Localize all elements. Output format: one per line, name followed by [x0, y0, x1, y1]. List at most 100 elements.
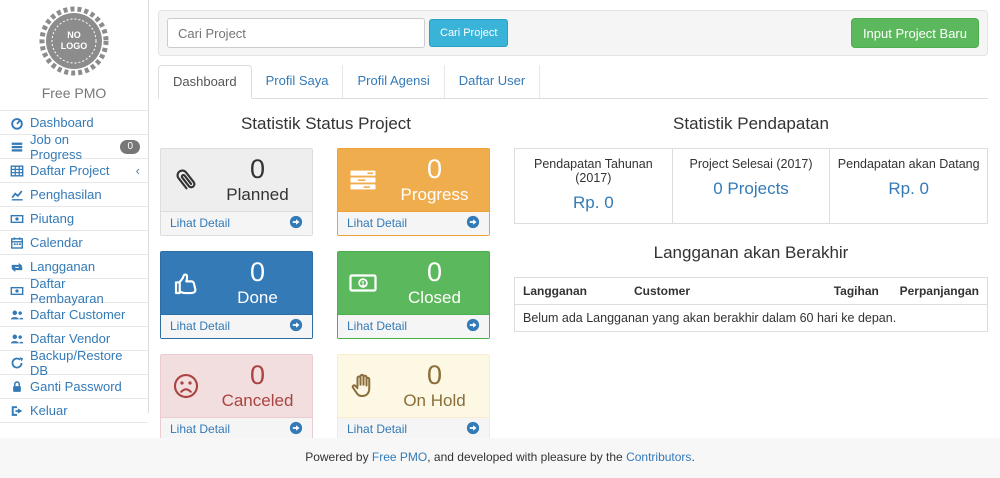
hand-stop-icon — [348, 370, 388, 402]
closed-lihat-detail[interactable]: Lihat Detail — [338, 314, 489, 338]
search-button[interactable]: Cari Project — [429, 19, 508, 47]
subscription-section-title: Langganan akan Berakhir — [514, 243, 988, 263]
done-lihat-detail[interactable]: Lihat Detail — [161, 314, 312, 338]
status-card-planned: 0 Planned Lihat Detail — [160, 148, 313, 236]
users-icon — [10, 332, 24, 346]
closed-count: 0 — [388, 258, 481, 288]
canceled-count: 0 — [211, 361, 304, 391]
job-count-badge: 0 — [120, 140, 140, 154]
col-langganan: Langganan — [515, 277, 626, 304]
paperclip-icon — [171, 164, 211, 196]
onhold-count: 0 — [388, 361, 481, 391]
stat-pendapatan-tahunan: Pendapatan Tahunan (2017) Rp. 0 — [515, 149, 673, 223]
retweet-icon — [10, 260, 24, 274]
canceled-lihat-detail[interactable]: Lihat Detail — [161, 417, 312, 441]
money-icon — [10, 284, 24, 298]
col-customer: Customer — [626, 277, 826, 304]
sidebar-item-label: Daftar Vendor — [30, 331, 110, 346]
sign-out-icon — [10, 404, 24, 418]
footer-text: Powered by Free PMO, and developed with … — [305, 450, 695, 464]
status-section-title: Statistik Status Project — [160, 114, 492, 134]
status-card-closed: 1 0 Closed Lihat Detail — [337, 251, 490, 339]
planned-lihat-detail[interactable]: Lihat Detail — [161, 211, 312, 235]
svg-text:LOGO: LOGO — [61, 41, 88, 51]
canceled-label: Canceled — [211, 391, 304, 411]
tab-dashboard[interactable]: Dashboard — [158, 65, 252, 99]
sidebar-item-keluar[interactable]: Keluar — [0, 399, 148, 423]
sidebar-item-daftar-pembayaran[interactable]: Daftar Pembayaran — [0, 279, 148, 303]
status-section: Statistik Status Project 0 Planned — [160, 99, 492, 442]
contributors-link[interactable]: Contributors — [626, 450, 691, 464]
col-tagihan: Tagihan — [826, 277, 892, 304]
free-pmo-dashboard: NO LOGO Free PMO Dashboard Job on Progre… — [0, 0, 1000, 478]
status-card-done: 0 Done Lihat Detail — [160, 251, 313, 339]
tab-profil-saya[interactable]: Profil Saya — [252, 65, 344, 98]
search-input[interactable] — [167, 18, 425, 48]
lock-icon — [10, 380, 24, 394]
done-count: 0 — [211, 258, 304, 288]
sidebar-item-backup-restore[interactable]: Backup/Restore DB — [0, 351, 148, 375]
input-project-baru-button[interactable]: Input Project Baru — [851, 18, 979, 48]
closed-label: Closed — [388, 288, 481, 308]
done-label: Done — [211, 288, 304, 308]
tasks-icon — [348, 164, 388, 196]
tab-profil-agensi[interactable]: Profil Agensi — [343, 65, 444, 98]
sidebar-item-daftar-project[interactable]: Daftar Project ‹ — [0, 159, 148, 183]
planned-count: 0 — [211, 155, 304, 185]
sidebar-item-label: Piutang — [30, 211, 74, 226]
tab-daftar-user[interactable]: Daftar User — [445, 65, 540, 98]
no-logo-seal: NO LOGO — [38, 6, 110, 76]
arrow-circle-right-icon[interactable] — [289, 318, 303, 335]
sidebar-item-ganti-password[interactable]: Ganti Password — [0, 375, 148, 399]
progress-label: Progress — [388, 185, 481, 205]
sidebar-item-job-on-progress[interactable]: Job on Progress 0 — [0, 135, 148, 159]
arrow-circle-right-icon[interactable] — [466, 318, 480, 335]
sidebar-item-piutang[interactable]: Piutang — [0, 207, 148, 231]
free-pmo-link[interactable]: Free PMO — [372, 450, 427, 464]
stat-pendapatan-akan-datang: Pendapatan akan Datang Rp. 0 — [830, 149, 987, 223]
main-area: Cari Project Input Project Baru Dashboar… — [150, 0, 1000, 442]
tab-bar: Dashboard Profil Saya Profil Agensi Daft… — [158, 65, 988, 99]
col-perpanjangan: Perpanjangan — [892, 277, 988, 304]
tasks-icon — [10, 140, 24, 154]
sidebar-item-label: Keluar — [30, 403, 68, 418]
arrow-circle-right-icon[interactable] — [466, 215, 480, 232]
progress-lihat-detail[interactable]: Lihat Detail — [338, 211, 489, 235]
sidebar-item-label: Daftar Project — [30, 163, 109, 178]
sidebar-item-label: Dashboard — [30, 115, 94, 130]
sidebar-item-penghasilan[interactable]: Penghasilan — [0, 183, 148, 207]
empty-message: Belum ada Langganan yang akan berakhir d… — [515, 304, 988, 331]
sidebar-item-label: Backup/Restore DB — [30, 348, 140, 378]
sidebar-item-label: Daftar Customer — [30, 307, 125, 322]
subscription-table: Langganan Customer Tagihan Perpanjangan … — [514, 277, 988, 332]
arrow-circle-right-icon[interactable] — [289, 421, 303, 438]
line-chart-icon — [10, 188, 24, 202]
sidebar-item-calendar[interactable]: Calendar — [0, 231, 148, 255]
status-card-onhold: 0 On Hold Lihat Detail — [337, 354, 490, 442]
brand-name: Free PMO — [0, 85, 148, 101]
sidebar-item-label: Job on Progress — [30, 132, 114, 162]
income-section-title: Statistik Pendapatan — [514, 114, 988, 134]
onhold-lihat-detail[interactable]: Lihat Detail — [338, 417, 489, 441]
logo-area: NO LOGO Free PMO — [0, 0, 148, 101]
sidebar: NO LOGO Free PMO Dashboard Job on Progre… — [0, 0, 149, 413]
sidebar-item-label: Calendar — [30, 235, 83, 250]
dashboard-icon — [10, 116, 24, 130]
users-icon — [10, 308, 24, 322]
table-row: Belum ada Langganan yang akan berakhir d… — [515, 304, 988, 331]
arrow-circle-right-icon[interactable] — [289, 215, 303, 232]
status-cards: 0 Planned Lihat Detail — [160, 148, 492, 442]
search-bar: Cari Project Input Project Baru — [158, 10, 988, 56]
svg-text:1: 1 — [361, 278, 365, 287]
sidebar-menu: Dashboard Job on Progress 0 Daftar Proje… — [0, 110, 148, 423]
calendar-icon — [10, 236, 24, 250]
sidebar-item-daftar-customer[interactable]: Daftar Customer — [0, 303, 148, 327]
thumbs-up-icon — [171, 267, 211, 299]
progress-count: 0 — [388, 155, 481, 185]
arrow-circle-right-icon[interactable] — [466, 421, 480, 438]
refresh-icon — [10, 356, 24, 370]
money-icon — [10, 212, 24, 226]
stat-project-selesai: Project Selesai (2017) 0 Projects — [673, 149, 831, 223]
planned-label: Planned — [211, 185, 304, 205]
frown-icon — [171, 370, 211, 402]
